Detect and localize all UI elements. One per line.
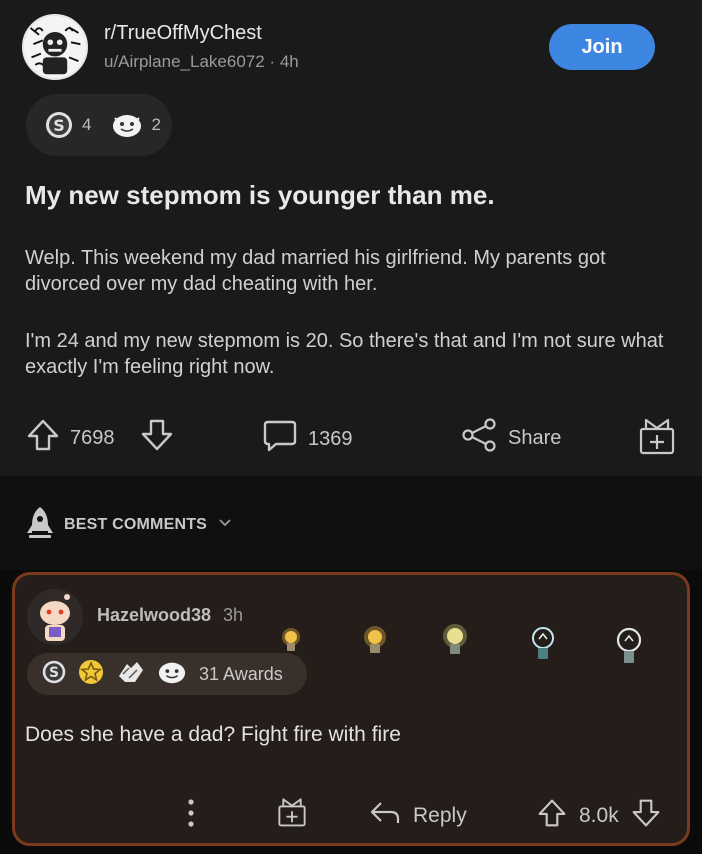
lightbulb-icon: [615, 627, 643, 672]
silver-award-count: 4: [82, 115, 92, 134]
post-card: r/TrueOffMyChest u/Airplane_Lake6072 · 4…: [0, 0, 702, 476]
post-paragraph: I'm 24 and my new stepmom is 20. So ther…: [25, 330, 664, 378]
meta-separator: ·: [269, 52, 280, 71]
share-button[interactable]: Share: [460, 416, 561, 460]
post-awards[interactable]: S 4 2: [26, 94, 172, 156]
reply-arrow-icon: [369, 799, 401, 833]
comment-awards[interactable]: S 31 Awards: [27, 653, 307, 695]
vertical-dots-icon: [185, 797, 197, 835]
share-label: Share: [508, 426, 562, 449]
reply-label: Reply: [413, 804, 467, 827]
comment-award-animation: [277, 621, 642, 668]
upvote-icon[interactable]: [26, 418, 60, 458]
wholesome-award-icon: [111, 110, 143, 140]
comment-card: Hazelwood38 3h S 31 Awards Does she have…: [12, 572, 690, 846]
comment-count: 1369: [308, 427, 353, 450]
comment-vote-count: 8.0k: [579, 804, 619, 827]
comments-button[interactable]: 1369: [262, 418, 353, 460]
post-meta: u/Airplane_Lake6072 · 4h: [104, 52, 299, 72]
svg-text:S: S: [49, 665, 59, 681]
rocket-icon: [26, 505, 54, 544]
downvote-icon[interactable]: [631, 797, 661, 835]
silver-award-icon: S: [44, 110, 74, 140]
comment-gift-button[interactable]: [277, 795, 307, 835]
comment-action-bar: Reply 8.0k: [15, 797, 687, 837]
chevron-down-icon: [217, 514, 233, 535]
share-icon: [460, 416, 498, 460]
helpful-award-icon: [115, 658, 147, 691]
gift-icon: [638, 416, 676, 462]
more-options-button[interactable]: [185, 797, 197, 835]
upvote-group: 7698: [26, 418, 115, 458]
comment-vote-group: 8.0k: [537, 797, 661, 835]
join-button[interactable]: Join: [549, 24, 655, 70]
downvote-icon[interactable]: [140, 418, 174, 458]
comment-body: Does she have a dad? Fight fire with fir…: [25, 723, 401, 746]
awards-count-label: 31 Awards: [199, 663, 283, 684]
wholesome-award-count: 2: [151, 115, 161, 134]
lightbulb-icon: [361, 625, 389, 662]
gift-icon: [277, 795, 307, 835]
sort-label: BEST COMMENTS: [64, 515, 208, 533]
reply-button[interactable]: Reply: [369, 799, 467, 833]
snoo-avatar-icon: [27, 589, 83, 645]
gold-award-icon: [77, 658, 105, 691]
commenter-avatar[interactable]: [27, 589, 83, 645]
subreddit-name[interactable]: r/TrueOffMyChest: [104, 22, 262, 45]
post-paragraph: Welp. This weekend my dad married his gi…: [25, 247, 606, 295]
post-vote-count: 7698: [70, 426, 115, 449]
comment-age: 3h: [223, 605, 244, 625]
comment-sort-dropdown[interactable]: BEST COMMENTS: [26, 505, 233, 544]
downvote-group: [140, 418, 174, 458]
subreddit-avatar[interactable]: [22, 14, 88, 80]
post-author[interactable]: u/Airplane_Lake6072: [104, 52, 265, 71]
lightbulb-icon: [529, 625, 557, 668]
lightbulb-icon: [440, 623, 470, 664]
subreddit-logo-icon: [24, 16, 86, 78]
svg-text:S: S: [53, 116, 65, 135]
post-title[interactable]: My new stepmom is younger than me.: [25, 180, 495, 211]
award-gift-button[interactable]: [638, 416, 676, 462]
upvote-icon[interactable]: [537, 797, 567, 835]
post-action-bar: 7698 1369 Share: [0, 414, 702, 458]
comment-bubble-icon: [262, 418, 298, 460]
post-age: 4h: [279, 52, 299, 71]
silver-award-icon: S: [41, 659, 67, 690]
comment-username[interactable]: Hazelwood38: [97, 605, 211, 626]
wholesome-award-icon: [157, 658, 187, 691]
